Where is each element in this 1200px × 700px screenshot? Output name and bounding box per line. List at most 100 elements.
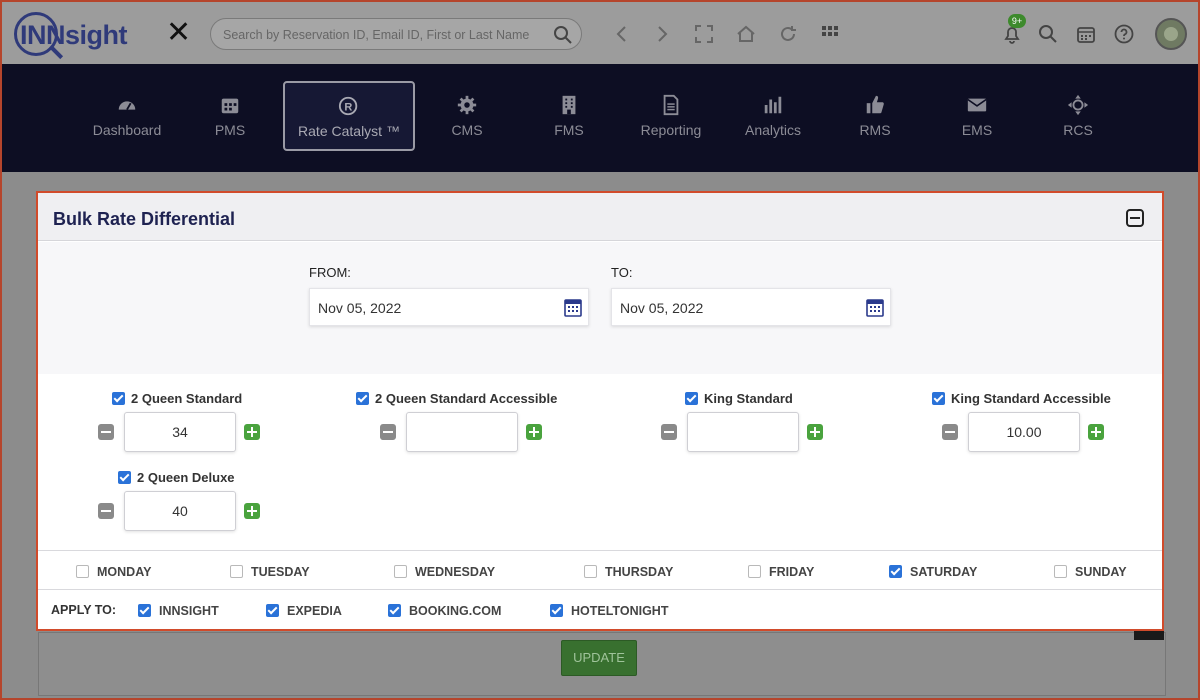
room-checkbox[interactable] bbox=[932, 392, 945, 406]
day-saturday[interactable]: SATURDAY bbox=[889, 563, 977, 581]
close-icon[interactable]: ✕ bbox=[166, 18, 191, 48]
day-checkbox[interactable] bbox=[394, 565, 407, 579]
channel-checkbox[interactable] bbox=[138, 604, 151, 618]
chevron-left-icon[interactable] bbox=[610, 22, 634, 46]
dashboard-icon bbox=[116, 94, 138, 116]
nav-item-fms[interactable]: FMS bbox=[514, 82, 624, 152]
notification-badge: 9+ bbox=[1008, 14, 1026, 28]
nav-label: Analytics bbox=[744, 122, 802, 138]
day-tuesday[interactable]: TUESDAY bbox=[230, 563, 310, 581]
crosshair-icon bbox=[1067, 94, 1089, 116]
modal-header: Bulk Rate Differential bbox=[38, 193, 1162, 241]
from-label: FROM: bbox=[309, 265, 351, 280]
user-avatar[interactable] bbox=[1155, 18, 1187, 50]
top-bar: INNsight ✕ Search by Reservation ID, Ema… bbox=[0, 0, 1200, 64]
channel-hoteltonight[interactable]: HOTELTONIGHT bbox=[550, 602, 668, 620]
channel-expedia[interactable]: EXPEDIA bbox=[266, 602, 342, 620]
nav-item-cms[interactable]: CMS bbox=[412, 82, 522, 152]
day-monday[interactable]: MONDAY bbox=[76, 563, 151, 581]
channel-label: HOTELTONIGHT bbox=[571, 603, 669, 618]
day-checkbox[interactable] bbox=[230, 565, 243, 579]
to-date-field[interactable]: Nov 05, 2022 bbox=[611, 288, 891, 326]
rate-input[interactable] bbox=[406, 412, 518, 452]
calendar-grid-icon[interactable] bbox=[1074, 22, 1098, 46]
rate-input[interactable]: 34 bbox=[124, 412, 236, 452]
rate-input[interactable]: 10.00 bbox=[968, 412, 1080, 452]
apps-grid-icon[interactable] bbox=[818, 22, 842, 46]
room-checkbox[interactable] bbox=[356, 392, 369, 406]
day-friday[interactable]: FRIDAY bbox=[748, 563, 814, 581]
decrement-button[interactable] bbox=[380, 424, 396, 440]
module-nav: Dashboard PMS R Rate Catalyst ™ CMS FMS … bbox=[0, 64, 1200, 172]
increment-button[interactable] bbox=[1088, 424, 1104, 440]
from-date-value: Nov 05, 2022 bbox=[318, 300, 402, 316]
update-button[interactable]: UPDATE bbox=[561, 640, 637, 676]
increment-button[interactable] bbox=[244, 503, 260, 519]
increment-button[interactable] bbox=[526, 424, 542, 440]
day-checkbox[interactable] bbox=[748, 565, 761, 579]
day-sunday[interactable]: SUNDAY bbox=[1054, 563, 1127, 581]
nav-item-reporting[interactable]: Reporting bbox=[616, 82, 726, 152]
rate-input[interactable] bbox=[687, 412, 799, 452]
calendar-icon[interactable] bbox=[866, 297, 884, 317]
building-icon bbox=[558, 94, 580, 116]
day-checkbox[interactable] bbox=[1054, 565, 1067, 579]
increment-button[interactable] bbox=[807, 424, 823, 440]
room-type-king-standard: King Standard bbox=[659, 390, 879, 452]
nav-item-ems[interactable]: EMS bbox=[922, 82, 1032, 152]
chevron-right-icon[interactable] bbox=[650, 22, 674, 46]
to-date-value: Nov 05, 2022 bbox=[620, 300, 704, 316]
help-icon[interactable] bbox=[1112, 22, 1136, 46]
fullscreen-icon[interactable] bbox=[692, 22, 716, 46]
refresh-icon[interactable] bbox=[776, 22, 800, 46]
nav-label: RCS bbox=[1063, 122, 1093, 138]
to-label: TO: bbox=[611, 265, 633, 280]
nav-item-rate-catalyst[interactable]: R Rate Catalyst ™ bbox=[283, 81, 415, 151]
day-checkbox[interactable] bbox=[889, 565, 902, 579]
nav-item-rms[interactable]: RMS bbox=[820, 82, 930, 152]
collapse-icon[interactable] bbox=[1126, 209, 1144, 227]
nav-label: RMS bbox=[859, 122, 891, 138]
day-wednesday[interactable]: WEDNESDAY bbox=[394, 563, 495, 581]
search-input[interactable]: Search by Reservation ID, Email ID, Firs… bbox=[223, 28, 529, 42]
search-bar[interactable]: Search by Reservation ID, Email ID, Firs… bbox=[210, 18, 582, 50]
nav-item-pms[interactable]: PMS bbox=[175, 82, 285, 152]
rate-input[interactable]: 40 bbox=[124, 491, 236, 531]
channel-innsight[interactable]: INNSIGHT bbox=[138, 602, 219, 620]
nav-item-dashboard[interactable]: Dashboard bbox=[72, 82, 182, 152]
rate-catalyst-icon: R bbox=[338, 95, 360, 117]
room-checkbox[interactable] bbox=[685, 392, 698, 406]
channel-checkbox[interactable] bbox=[550, 604, 563, 618]
room-checkbox[interactable] bbox=[112, 392, 125, 406]
room-name: King Standard bbox=[704, 391, 793, 407]
decrement-button[interactable] bbox=[661, 424, 677, 440]
room-type-2-queen-deluxe: 2 Queen Deluxe 40 bbox=[96, 469, 316, 531]
channel-checkbox[interactable] bbox=[388, 604, 401, 618]
search-icon[interactable] bbox=[553, 25, 573, 45]
day-checkbox[interactable] bbox=[584, 565, 597, 579]
nav-item-analytics[interactable]: Analytics bbox=[718, 82, 828, 152]
search-icon-global[interactable] bbox=[1036, 22, 1060, 46]
nav-item-rcs[interactable]: RCS bbox=[1023, 82, 1133, 152]
calendar-icon bbox=[219, 94, 241, 116]
channel-label: EXPEDIA bbox=[287, 603, 342, 618]
innsight-logo[interactable]: INNsight bbox=[14, 10, 144, 60]
decrement-button[interactable] bbox=[98, 503, 114, 519]
calendar-icon[interactable] bbox=[564, 297, 582, 317]
nav-label: PMS bbox=[214, 122, 246, 138]
from-date-field[interactable]: Nov 05, 2022 bbox=[309, 288, 589, 326]
room-type-king-standard-accessible: King Standard Accessible 10.00 bbox=[932, 390, 1160, 452]
room-checkbox[interactable] bbox=[118, 471, 131, 485]
decrement-button[interactable] bbox=[942, 424, 958, 440]
decrement-button[interactable] bbox=[98, 424, 114, 440]
channel-booking-com[interactable]: BOOKING.COM bbox=[388, 602, 501, 620]
increment-button[interactable] bbox=[244, 424, 260, 440]
channel-checkbox[interactable] bbox=[266, 604, 279, 618]
home-icon[interactable] bbox=[734, 22, 758, 46]
day-checkbox[interactable] bbox=[76, 565, 89, 579]
nav-label: Rate Catalyst ™ bbox=[298, 123, 400, 139]
day-label: MONDAY bbox=[97, 564, 152, 579]
channel-label: INNSIGHT bbox=[159, 603, 219, 618]
day-thursday[interactable]: THURSDAY bbox=[584, 563, 673, 581]
room-header: 2 Queen Deluxe bbox=[118, 469, 235, 487]
